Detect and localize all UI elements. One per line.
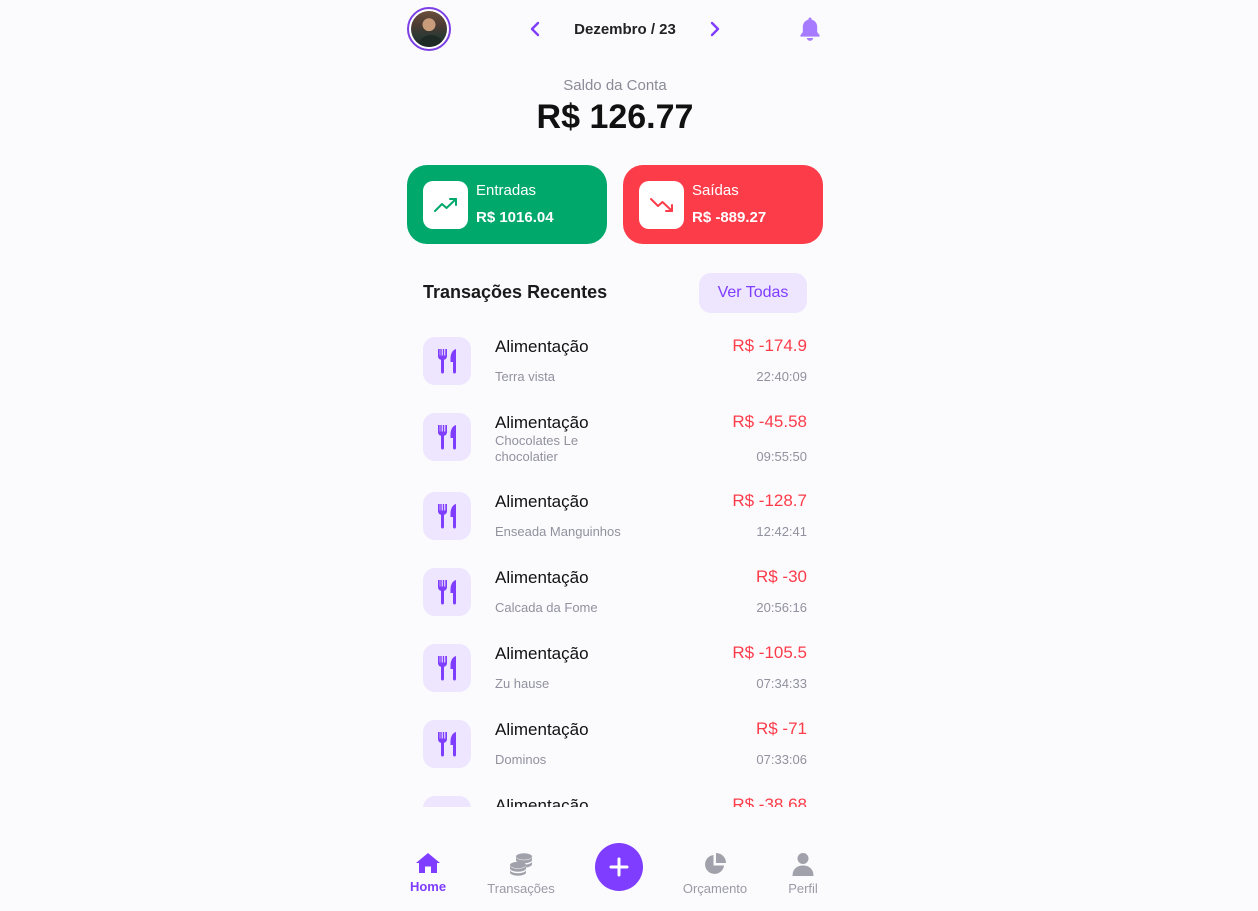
nav-home-label: Home [409, 879, 447, 894]
income-title: Entradas [476, 182, 537, 199]
previous-month-button[interactable] [523, 13, 547, 45]
transaction-icon-box [423, 644, 471, 692]
transaction-icon-box [423, 568, 471, 616]
transaction-icon-box [423, 337, 471, 385]
transaction-category: Alimentação [495, 568, 589, 587]
nav-transactions-label: Transações [487, 881, 555, 896]
transaction-time: 22:40:09 [756, 369, 807, 384]
expense-card[interactable]: Saídas R$ -889.27 [623, 165, 823, 244]
transaction-row[interactable]: Alimentação Dominos R$ -71 07:33:06 [407, 713, 823, 783]
home-icon [416, 853, 440, 873]
transaction-amount: R$ -105.5 [732, 643, 807, 662]
balance-label: Saldo da Conta [563, 77, 667, 94]
transaction-icon-box [423, 492, 471, 540]
nav-budget-label: Orçamento [682, 881, 748, 896]
nav-profile[interactable]: Perfil [783, 852, 823, 896]
transaction-row[interactable]: Alimentação R$ -38.68 [407, 789, 823, 807]
header: Dezembro / 23 [407, 7, 823, 51]
transaction-icon-box [423, 413, 471, 461]
transaction-description: Calcada da Fome [495, 600, 598, 615]
avatar-image [411, 11, 447, 47]
transaction-category: Alimentação [495, 492, 589, 511]
transaction-row[interactable]: Alimentação Terra vista R$ -174.9 22:40:… [407, 330, 823, 400]
utensils-icon [438, 656, 456, 681]
transaction-amount: R$ -30 [755, 567, 807, 586]
notifications-button[interactable] [797, 15, 823, 43]
add-transaction-button[interactable] [595, 843, 643, 891]
transaction-icon-box [423, 796, 471, 807]
transaction-category: Alimentação [495, 413, 589, 432]
transaction-icon-box [423, 720, 471, 768]
nav-transactions[interactable]: Transações [483, 852, 559, 896]
utensils-icon [438, 504, 456, 529]
transaction-description: Zu hause [495, 676, 550, 691]
bottom-navigation: Home Transações Orçamento Perfil [407, 830, 823, 911]
transaction-category: Alimentação [495, 796, 589, 807]
transaction-list: Alimentação Terra vista R$ -174.9 22:40:… [407, 330, 823, 807]
nav-home[interactable]: Home [410, 852, 446, 894]
recent-transactions-title: Transações Recentes [423, 282, 608, 302]
transaction-amount: R$ -71 [755, 719, 807, 738]
trending-down-icon [649, 198, 673, 212]
utensils-icon [438, 349, 456, 374]
utensils-icon [438, 425, 456, 450]
next-month-button[interactable] [703, 13, 727, 45]
chevron-right-icon [710, 21, 720, 37]
transaction-description: Chocolates Le chocolatier [495, 433, 579, 464]
balance-value: R$ 126.77 [536, 98, 694, 136]
app-screen: Dezembro / 23 Saldo da Conta R$ 126.77 E… [407, 0, 823, 911]
chevron-left-icon [530, 21, 540, 37]
transaction-time: 07:34:33 [756, 676, 807, 691]
transaction-row[interactable]: Alimentação Chocolates Le chocolatier R$… [407, 406, 823, 476]
transaction-row[interactable]: Alimentação Zu hause R$ -105.5 07:34:33 [407, 637, 823, 707]
month-label: Dezembro / 23 [574, 20, 676, 38]
transaction-row[interactable]: Alimentação Enseada Manguinhos R$ -128.7… [407, 485, 823, 555]
transaction-category: Alimentação [495, 644, 589, 663]
transaction-category: Alimentação [495, 337, 589, 356]
transaction-time: 12:42:41 [756, 524, 807, 539]
transaction-time: 20:56:16 [756, 600, 807, 615]
transaction-amount: R$ -45.58 [732, 412, 807, 431]
income-icon-box [423, 181, 468, 229]
expense-title: Saídas [692, 182, 739, 199]
transaction-description: Dominos [495, 752, 547, 767]
see-all-button[interactable]: Ver Todas [699, 273, 807, 313]
expense-icon-box [639, 181, 684, 229]
user-icon [792, 853, 814, 876]
transaction-description: Enseada Manguinhos [495, 524, 621, 539]
month-navigator: Dezembro / 23 [523, 13, 727, 45]
coins-icon [510, 853, 532, 876]
nav-budget[interactable]: Orçamento [679, 852, 751, 896]
trending-up-icon [433, 198, 457, 212]
plus-icon [609, 857, 629, 877]
expense-amount: R$ -889.27 [692, 209, 767, 226]
transaction-row[interactable]: Alimentação Calcada da Fome R$ -30 20:56… [407, 561, 823, 631]
transaction-time: 09:55:50 [756, 449, 807, 464]
transaction-amount: R$ -174.9 [732, 336, 807, 355]
utensils-icon [438, 732, 456, 757]
pie-chart-icon [705, 853, 726, 874]
transaction-amount: R$ -38.68 [732, 795, 807, 807]
nav-profile-label: Perfil [788, 881, 818, 896]
transaction-description: Terra vista [495, 369, 555, 384]
utensils-icon [438, 580, 456, 605]
bell-icon [800, 17, 820, 41]
transaction-category: Alimentação [495, 720, 589, 739]
income-card[interactable]: Entradas R$ 1016.04 [407, 165, 607, 244]
transaction-amount: R$ -128.7 [732, 491, 807, 510]
transaction-time: 07:33:06 [756, 752, 807, 767]
avatar[interactable] [407, 7, 451, 51]
income-amount: R$ 1016.04 [476, 209, 554, 226]
